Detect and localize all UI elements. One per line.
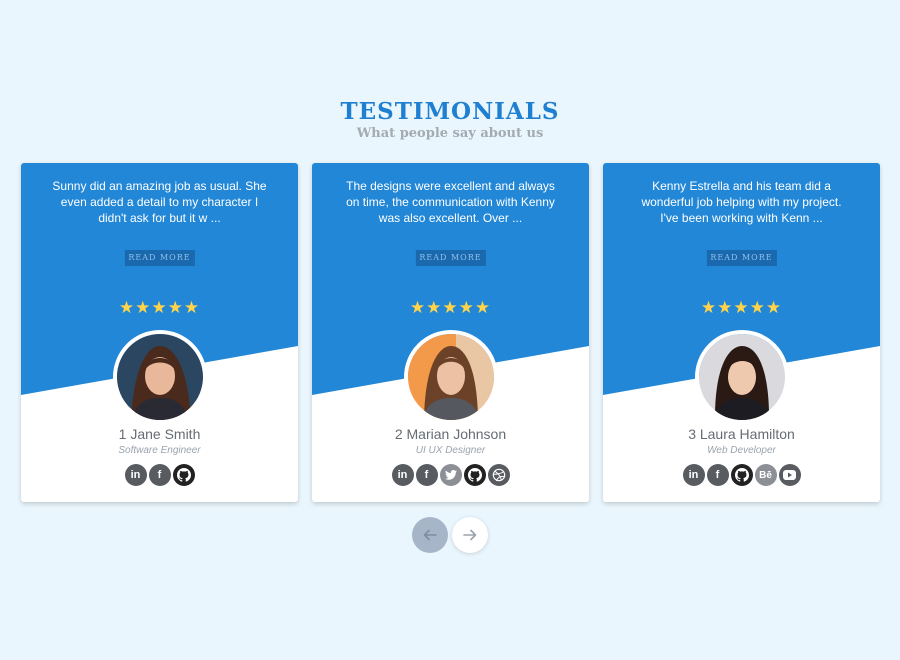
person-name: 3 Laura Hamilton <box>688 426 795 442</box>
star-rating: ★★★★★ <box>409 298 492 317</box>
section-subtitle: What people say about us <box>356 126 544 141</box>
youtube-icon[interactable] <box>778 464 801 486</box>
social-links: in f <box>312 464 589 486</box>
testimonial-card: Sunny did an amazing job as usual. She e… <box>21 163 298 502</box>
testimonial-quote: Sunny did an amazing job as usual. She e… <box>52 179 267 225</box>
person-role: Web Developer <box>707 445 776 456</box>
avatar <box>112 330 207 424</box>
github-icon[interactable] <box>463 464 486 486</box>
facebook-icon[interactable]: f <box>415 464 438 486</box>
linkedin-icon[interactable]: in <box>391 464 414 486</box>
section-title: TESTIMONIALS <box>340 98 560 125</box>
github-icon[interactable] <box>172 464 195 486</box>
star-rating: ★★★★★ <box>118 298 201 317</box>
person-role: UI UX Designer <box>415 445 486 456</box>
facebook-icon[interactable]: f <box>148 464 171 486</box>
person-role: Software Engineer <box>118 445 201 456</box>
person-name: 2 Marian Johnson <box>394 426 507 442</box>
next-slide-button[interactable] <box>452 517 488 553</box>
read-more-button[interactable]: READ MORE <box>415 250 486 266</box>
social-links: in f Bē <box>603 464 880 486</box>
avatar <box>694 330 789 424</box>
avatar <box>403 330 498 424</box>
twitter-icon[interactable] <box>439 464 462 486</box>
read-more-button[interactable]: READ MORE <box>124 250 195 266</box>
facebook-icon[interactable]: f <box>706 464 729 486</box>
social-links: in f <box>21 464 298 486</box>
testimonial-card: The designs were excellent and always on… <box>312 163 589 502</box>
behance-icon[interactable]: Bē <box>754 464 777 486</box>
dribbble-icon[interactable] <box>487 464 510 486</box>
linkedin-icon[interactable]: in <box>682 464 705 486</box>
arrow-left-icon <box>423 529 437 541</box>
testimonial-quote: Kenny Estrella and his team did a wonder… <box>641 179 842 225</box>
linkedin-icon[interactable]: in <box>124 464 147 486</box>
star-rating: ★★★★★ <box>700 298 783 317</box>
person-name: 1 Jane Smith <box>118 426 201 442</box>
read-more-button[interactable]: READ MORE <box>706 250 777 266</box>
github-icon[interactable] <box>730 464 753 486</box>
testimonial-quote: The designs were excellent and always on… <box>346 179 555 225</box>
testimonial-card: Kenny Estrella and his team did a wonder… <box>603 163 880 502</box>
previous-slide-button[interactable] <box>412 517 448 553</box>
arrow-right-icon <box>463 529 477 541</box>
section-heading: TESTIMONIALS What people say about us <box>0 98 900 142</box>
